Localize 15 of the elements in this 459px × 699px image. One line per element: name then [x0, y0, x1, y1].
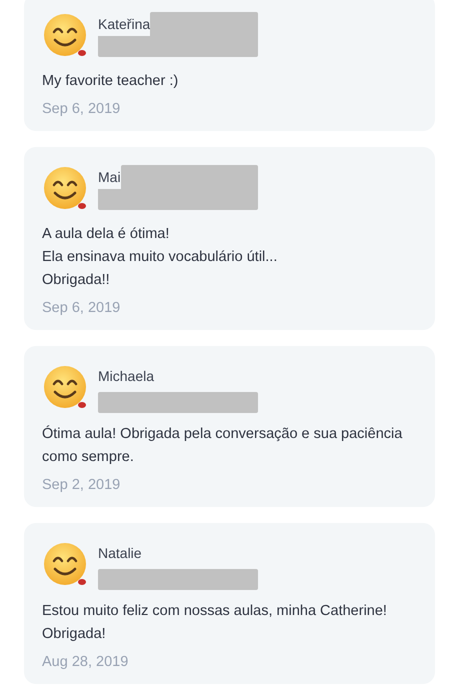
review-text: Estou muito feliz com nossas aulas, minha Catherine! — [42, 602, 388, 621]
reviewer-name: Mai — [98, 168, 121, 187]
review-date: Sep 6, 2019 — [42, 300, 122, 316]
review-text: A aula dela é ótima! — [42, 225, 170, 244]
review-text: Ótima aula! Obrigada pela conversação e sua paciência como sempre. — [42, 424, 404, 467]
review-date: Sep 2, 2019 — [42, 477, 122, 493]
review-date: Aug 28, 2019 — [42, 654, 130, 670]
review-text: Obrigada! — [42, 625, 107, 644]
reviewer-name: Natalie — [98, 544, 142, 563]
review-text: Ela ensinava muito vocabulário útil... — [42, 248, 278, 267]
review-text: My favorite teacher :) — [42, 72, 180, 91]
review-text: Obrigada!! — [42, 271, 111, 290]
reviewer-name: Kateřina — [98, 15, 150, 34]
review-date: Sep 6, 2019 — [42, 101, 122, 117]
reviewer-name: Michaela — [98, 367, 154, 386]
